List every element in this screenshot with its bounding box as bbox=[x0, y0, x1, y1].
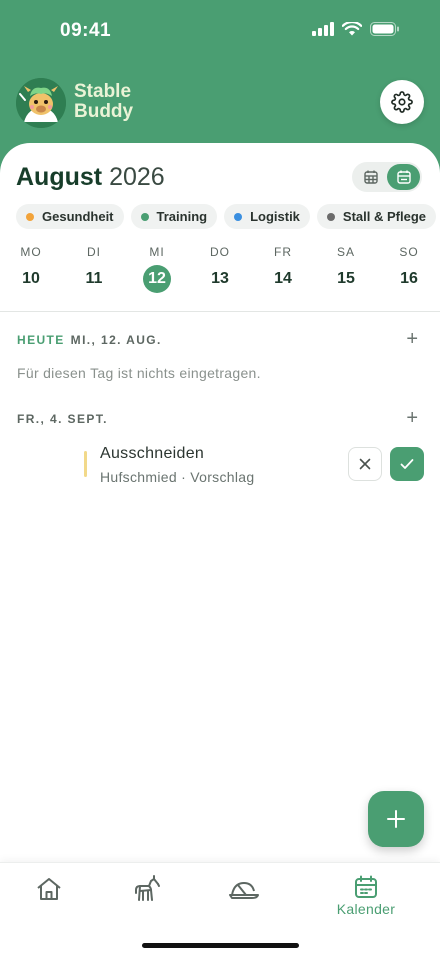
day-name: DI bbox=[87, 245, 101, 259]
status-bar: 09:41 bbox=[0, 0, 440, 62]
tab-home[interactable] bbox=[9, 875, 89, 903]
day-name: DO bbox=[210, 245, 230, 259]
calendar-icon bbox=[355, 875, 377, 898]
day-tuesday[interactable]: DI 11 bbox=[74, 245, 114, 293]
app-header: Stable Buddy bbox=[0, 62, 440, 152]
chip-training[interactable]: Training bbox=[130, 204, 218, 229]
today-date: MI., 12. AUG. bbox=[70, 333, 162, 347]
category-dot bbox=[140, 212, 149, 221]
horse-icon bbox=[135, 875, 160, 901]
calendar-day-icon bbox=[396, 170, 411, 184]
tab-horses[interactable] bbox=[107, 875, 187, 903]
tab-riding[interactable] bbox=[204, 875, 284, 903]
day-name: MO bbox=[20, 245, 42, 259]
gear-icon bbox=[391, 91, 413, 113]
day-number: 10 bbox=[22, 270, 40, 287]
settings-button[interactable] bbox=[380, 80, 424, 124]
wifi-icon bbox=[342, 22, 362, 36]
chip-label: Gesundheit bbox=[42, 209, 114, 224]
plus-icon bbox=[387, 810, 405, 828]
day-name: FR bbox=[274, 245, 292, 259]
category-dot bbox=[26, 212, 34, 221]
month-title: August 2026 bbox=[16, 163, 165, 192]
riding-hat-icon bbox=[229, 882, 259, 899]
home-indicator bbox=[142, 943, 299, 948]
reject-suggestion-button[interactable] bbox=[348, 447, 382, 481]
llama-mascot-icon bbox=[16, 78, 66, 128]
day-thursday[interactable]: DO 13 bbox=[200, 245, 240, 293]
brand-line-2: Buddy bbox=[74, 101, 134, 122]
category-dot bbox=[234, 212, 243, 221]
cellular-signal-icon bbox=[312, 22, 334, 36]
month-view-button[interactable] bbox=[354, 164, 387, 190]
chip-label: Training bbox=[156, 209, 208, 224]
add-entry-fab[interactable] bbox=[368, 791, 424, 847]
year-label: 2026 bbox=[109, 163, 165, 191]
status-time: 09:41 bbox=[60, 20, 112, 41]
tab-calendar[interactable]: Kalender bbox=[326, 875, 406, 917]
day-number-selected: 12 bbox=[143, 265, 171, 293]
chip-label: Logistik bbox=[250, 209, 300, 224]
agenda-view-button[interactable] bbox=[387, 164, 420, 190]
day-name: SA bbox=[336, 245, 355, 259]
day-number: 11 bbox=[85, 270, 103, 287]
day-name: MI bbox=[149, 245, 165, 259]
day-number: 16 bbox=[400, 270, 418, 287]
section-header-today: HEUTE MI., 12. AUG. bbox=[17, 333, 162, 347]
status-icons bbox=[312, 22, 400, 36]
view-toggle bbox=[352, 162, 422, 192]
event-subtitle: Hufschmied · Vorschlag bbox=[100, 469, 255, 485]
week-strip: MO 10 DI 11 MI 12 DO 13 FR 14 SA 15 SO 16 bbox=[0, 245, 440, 295]
brand-line-1: Stable bbox=[74, 81, 132, 102]
check-icon bbox=[400, 459, 414, 469]
bottom-tab-bar: Kalender bbox=[0, 862, 440, 956]
event-title: Ausschneiden bbox=[100, 445, 205, 462]
day-monday[interactable]: MO 10 bbox=[11, 245, 51, 293]
event-item[interactable]: Ausschneiden Hufschmied · Vorschlag bbox=[84, 445, 424, 487]
chip-logistik[interactable]: Logistik bbox=[224, 204, 310, 229]
category-filter-chips: Gesundheit Training Logistik Stall & Pfl… bbox=[16, 204, 436, 229]
month-name: August bbox=[16, 163, 103, 191]
day-sunday[interactable]: SO 16 bbox=[389, 245, 429, 293]
day-name: SO bbox=[399, 245, 419, 259]
today-label: HEUTE bbox=[17, 333, 65, 347]
home-icon bbox=[37, 878, 61, 900]
app-logo bbox=[16, 78, 66, 128]
day-number: 15 bbox=[337, 270, 355, 287]
day-saturday[interactable]: SA 15 bbox=[326, 245, 366, 293]
section-header-date: FR., 4. SEPT. bbox=[17, 412, 108, 426]
brand-name: Stable Buddy bbox=[74, 82, 133, 122]
empty-day-message: Für diesen Tag ist nichts eingetragen. bbox=[17, 365, 261, 381]
add-date-button[interactable]: + bbox=[406, 408, 418, 428]
category-dot bbox=[326, 212, 335, 221]
add-today-button[interactable]: + bbox=[406, 329, 418, 349]
event-category-bar bbox=[84, 451, 87, 477]
day-wednesday[interactable]: MI 12 bbox=[137, 245, 177, 293]
day-number: 13 bbox=[211, 270, 229, 287]
chip-gesundheit[interactable]: Gesundheit bbox=[16, 204, 124, 229]
chip-label: Stall & Pflege bbox=[342, 209, 426, 224]
chip-stall-pflege[interactable]: Stall & Pflege bbox=[316, 204, 436, 229]
calendar-grid-icon bbox=[363, 170, 378, 184]
day-number: 14 bbox=[274, 270, 292, 287]
accept-suggestion-button[interactable] bbox=[390, 447, 424, 481]
tab-calendar-label: Kalender bbox=[336, 901, 396, 917]
divider bbox=[0, 311, 440, 312]
close-icon bbox=[359, 458, 371, 470]
content-sheet: August 2026 Gesundheit Training Logistik… bbox=[0, 143, 440, 956]
battery-icon bbox=[370, 22, 399, 36]
day-friday[interactable]: FR 14 bbox=[263, 245, 303, 293]
